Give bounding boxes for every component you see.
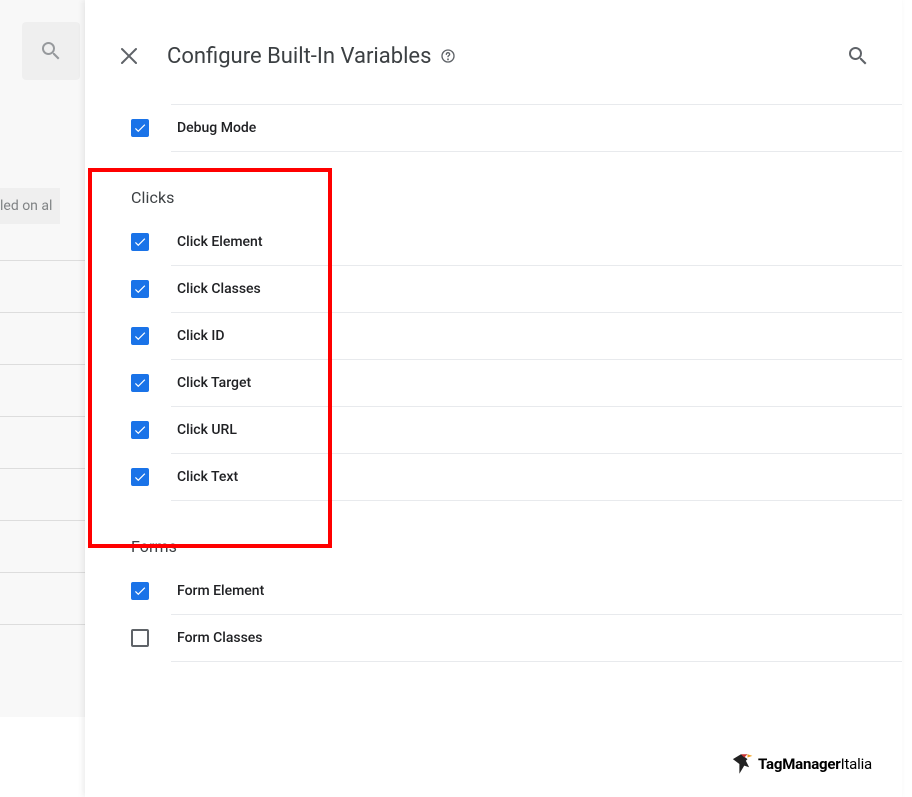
- variable-row[interactable]: Debug Mode: [171, 104, 902, 152]
- page-title: Configure Built-In Variables: [167, 44, 457, 69]
- close-icon: [117, 44, 141, 68]
- woodpecker-icon: [728, 751, 754, 777]
- checkbox[interactable]: [131, 468, 149, 486]
- check-icon: [133, 470, 147, 484]
- variable-row[interactable]: Click Element: [171, 219, 902, 266]
- variable-row[interactable]: Click Target: [171, 360, 902, 407]
- backdrop-search-square: [22, 22, 80, 80]
- variable-label: Click Text: [177, 469, 238, 485]
- checkbox[interactable]: [131, 327, 149, 345]
- check-icon: [133, 584, 147, 598]
- panel-content: Debug Mode Clicks Click Element Click Cl…: [85, 104, 902, 662]
- variable-row[interactable]: Click ID: [171, 313, 902, 360]
- variable-row[interactable]: Form Classes: [171, 615, 902, 662]
- checkbox[interactable]: [131, 119, 149, 137]
- checkbox[interactable]: [131, 421, 149, 439]
- variable-label: Form Classes: [177, 630, 263, 646]
- check-icon: [133, 121, 147, 135]
- dimmed-backdrop: led on al: [0, 0, 85, 717]
- variable-label: Click ID: [177, 328, 224, 344]
- checkbox[interactable]: [131, 280, 149, 298]
- search-icon: [846, 44, 870, 68]
- checkbox[interactable]: [131, 629, 149, 647]
- check-icon: [133, 423, 147, 437]
- variable-label: Click Target: [177, 375, 251, 391]
- variable-label: Click Element: [177, 234, 263, 250]
- search-button[interactable]: [838, 36, 878, 76]
- close-button[interactable]: [109, 36, 149, 76]
- backdrop-truncated-text: led on al: [0, 188, 60, 224]
- section-clicks: Clicks Click Element Click Classes Click…: [105, 152, 902, 501]
- help-icon[interactable]: [439, 47, 457, 65]
- section-forms: Forms Form Element Form Classes: [105, 501, 902, 662]
- check-icon: [133, 282, 147, 296]
- section-title: Forms: [119, 501, 902, 568]
- configure-variables-panel: Configure Built-In Variables Debug Mode …: [85, 0, 902, 797]
- variable-label: Form Element: [177, 583, 264, 599]
- search-icon: [39, 39, 63, 63]
- checkbox[interactable]: [131, 233, 149, 251]
- variable-row[interactable]: Click Text: [171, 454, 902, 501]
- variable-row[interactable]: Click URL: [171, 407, 902, 454]
- variable-row[interactable]: Form Element: [171, 568, 902, 615]
- section-title: Clicks: [119, 152, 902, 219]
- check-icon: [133, 376, 147, 390]
- checkbox[interactable]: [131, 374, 149, 392]
- watermark-logo: TagManagerItalia: [728, 751, 872, 777]
- title-text: Configure Built-In Variables: [167, 44, 431, 69]
- check-icon: [133, 329, 147, 343]
- watermark-text: TagManagerItalia: [758, 755, 872, 773]
- variable-row[interactable]: Click Classes: [171, 266, 902, 313]
- variable-label: Click Classes: [177, 281, 261, 297]
- check-icon: [133, 235, 147, 249]
- backdrop-rows: [0, 260, 85, 676]
- checkbox[interactable]: [131, 582, 149, 600]
- variable-label: Debug Mode: [177, 120, 256, 136]
- variable-label: Click URL: [177, 422, 237, 438]
- panel-header: Configure Built-In Variables: [85, 0, 902, 104]
